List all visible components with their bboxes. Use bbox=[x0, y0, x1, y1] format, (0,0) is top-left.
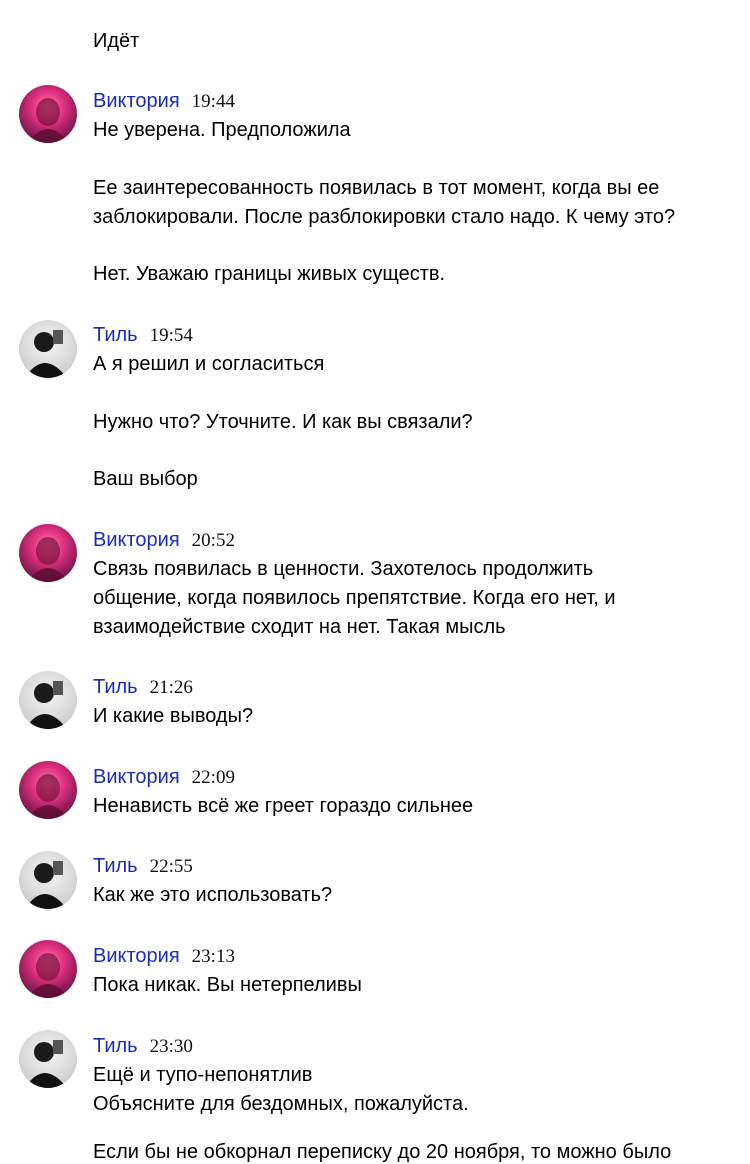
message-time: 23:30 bbox=[149, 1036, 193, 1057]
avatar[interactable] bbox=[19, 761, 77, 819]
message-line: Не уверена. Предположила bbox=[93, 119, 351, 141]
message-line: общение, когда появилось препятствие. Ко… bbox=[93, 587, 616, 609]
avatar-image-til bbox=[25, 1040, 67, 1088]
avatar-image-til bbox=[25, 330, 67, 378]
message-line: заблокировали. После разблокировки стало… bbox=[93, 206, 676, 228]
author-name[interactable]: Тиль bbox=[93, 1035, 138, 1057]
avatar[interactable] bbox=[19, 851, 77, 909]
avatar[interactable] bbox=[19, 85, 77, 143]
message-line: Как же это использовать? bbox=[93, 884, 333, 906]
avatar-image-victoria bbox=[27, 774, 69, 819]
message-time: 22:55 bbox=[149, 856, 193, 877]
avatar[interactable] bbox=[19, 940, 77, 998]
message-time: 21:26 bbox=[149, 677, 193, 698]
avatar[interactable] bbox=[19, 671, 77, 729]
message-header: Виктория 19:44 bbox=[93, 89, 235, 114]
author-name[interactable]: Виктория bbox=[93, 945, 180, 967]
message-time: 19:44 bbox=[191, 91, 235, 112]
author-name[interactable]: Виктория bbox=[93, 90, 180, 112]
author-name[interactable]: Тиль bbox=[93, 324, 138, 346]
message-line: Связь появилась в ценности. Захотелось п… bbox=[93, 558, 594, 580]
message-time: 20:52 bbox=[191, 530, 235, 551]
avatar[interactable] bbox=[19, 320, 77, 378]
author-name[interactable]: Тиль bbox=[93, 676, 138, 698]
avatar[interactable] bbox=[19, 1030, 77, 1088]
message-header: Тиль 19:54 bbox=[93, 323, 193, 348]
avatar[interactable] bbox=[19, 524, 77, 582]
avatar-image-victoria bbox=[27, 537, 69, 582]
message-header: Тиль 22:55 bbox=[93, 854, 193, 879]
message-header: Виктория 22:09 bbox=[93, 765, 235, 790]
message-header: Тиль 21:26 bbox=[93, 675, 193, 700]
message-line: Нужно что? Уточните. И как вы связали? bbox=[93, 411, 473, 433]
author-name[interactable]: Тиль bbox=[93, 855, 138, 877]
message-time: 22:09 bbox=[191, 767, 235, 788]
message-header: Тиль 23:30 bbox=[93, 1034, 193, 1059]
author-name[interactable]: Виктория bbox=[93, 529, 180, 551]
message-line: Объясните для бездомных, пожалуйста. bbox=[93, 1093, 469, 1115]
message-line: Пока никак. Вы нетерпеливы bbox=[93, 974, 362, 996]
message-header: Виктория 20:52 bbox=[93, 528, 235, 553]
message-line: Нет. Уважаю границы живых существ. bbox=[93, 263, 446, 285]
avatar-image-victoria bbox=[27, 953, 69, 998]
avatar-image-victoria bbox=[27, 98, 69, 143]
message-line: Идёт bbox=[93, 30, 140, 52]
message-line: Ее заинтересованность появилась в тот мо… bbox=[93, 177, 660, 199]
message-time: 23:13 bbox=[191, 946, 235, 967]
message-line: взаимодействие сходит на нет. Такая мысл… bbox=[93, 616, 506, 638]
avatar-image-til bbox=[25, 681, 67, 729]
message-line: А я решил и согласиться bbox=[93, 353, 325, 375]
avatar-image-til bbox=[25, 861, 67, 909]
message-time: 19:54 bbox=[149, 325, 193, 346]
message-header: Виктория 23:13 bbox=[93, 944, 235, 969]
author-name[interactable]: Виктория bbox=[93, 766, 180, 788]
message-line: Ненависть всё же греет гораздо сильнее bbox=[93, 795, 474, 817]
message-line: Ваш выбор bbox=[93, 468, 198, 490]
message-line: И какие выводы? bbox=[93, 705, 254, 727]
message-line: Ещё и тупо-непонятлив bbox=[93, 1064, 313, 1086]
message-line: Если бы не обкорнал переписку до 20 нояб… bbox=[93, 1141, 672, 1163]
